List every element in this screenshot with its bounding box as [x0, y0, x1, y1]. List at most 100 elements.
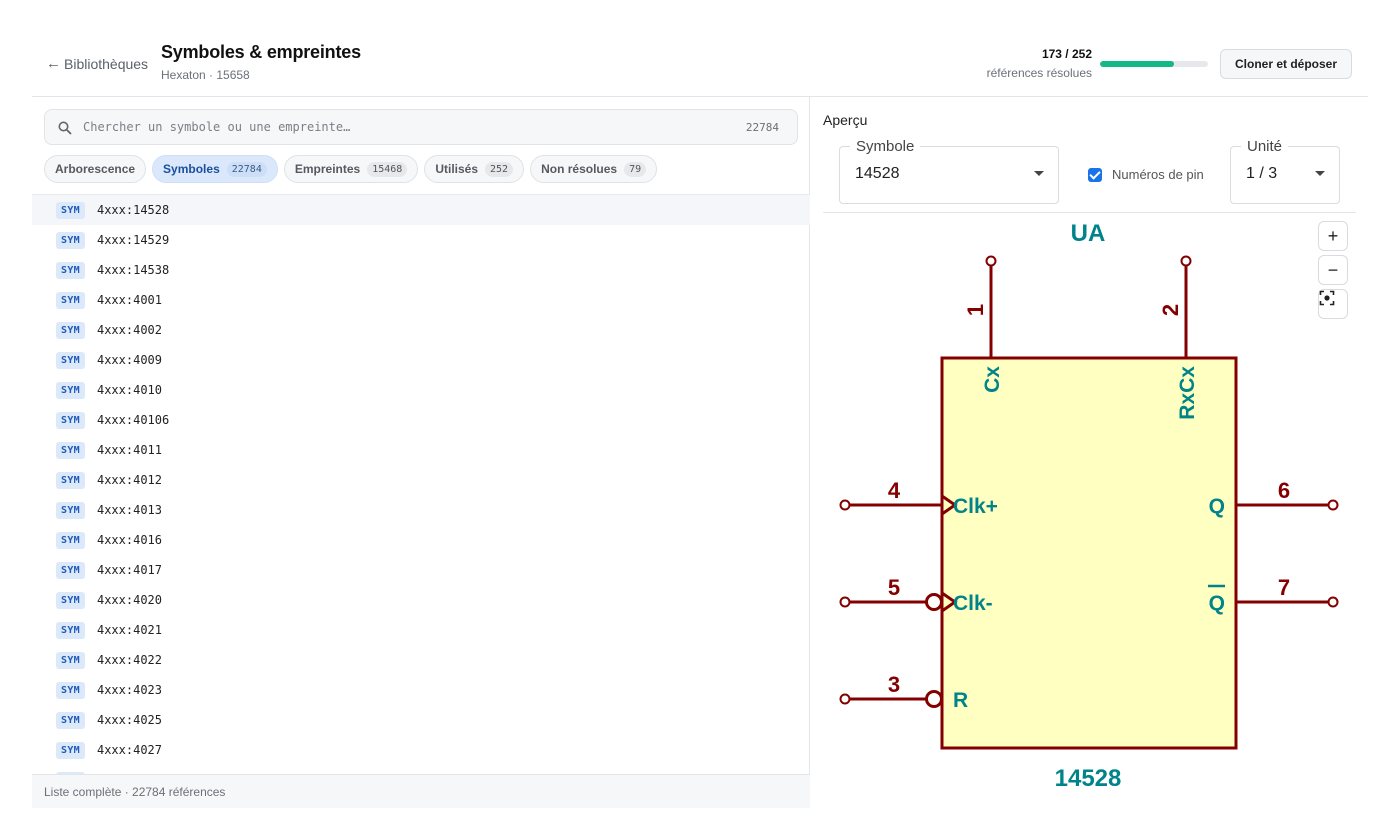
preview-heading: Aperçu	[823, 112, 868, 128]
list-item[interactable]: SYM 4xxx:4023	[32, 675, 810, 705]
tab-count-badge: 22784	[226, 161, 267, 177]
symbol-list[interactable]: SYM 4xxx:14528 SYM 4xxx:14529 SYM 4xxx:1453…	[32, 194, 810, 774]
zoom-in-button[interactable]: +	[1318, 221, 1348, 251]
pin-endpoint	[985, 255, 997, 267]
symbol-type-badge: SYM	[56, 501, 85, 519]
tab-count-badge: 15468	[367, 161, 408, 177]
pin-number: 1	[963, 304, 988, 316]
list-item[interactable]: SYM 4xxx:4010	[32, 375, 810, 405]
search-box[interactable]: 22784	[44, 109, 798, 145]
pin-numbers-checkbox[interactable]: Numéros de pin	[1088, 167, 1204, 182]
schematic-symbol: UA 14528 1 2 4 5 3 6 7 Cx RxCx Clk+ Clk-…	[839, 220, 1339, 792]
fit-view-icon	[1319, 290, 1335, 306]
inversion-bubble	[925, 690, 943, 708]
symbol-type-badge: SYM	[56, 711, 85, 729]
pin-name: Q	[1209, 495, 1225, 518]
progress-count: 173 / 252	[1041, 47, 1092, 61]
back-to-libraries-link[interactable]: ← Bibliothèques	[46, 55, 148, 72]
pin-name: Cx	[981, 366, 1004, 393]
search-input[interactable]	[81, 110, 721, 144]
zoom-out-button[interactable]: −	[1318, 255, 1348, 285]
app-root: ← Bibliothèques Symboles & empreintes He…	[32, 0, 1368, 808]
tab-non-resolues[interactable]: Non résolues 79	[530, 155, 658, 183]
list-item[interactable]: SYM 4xxx:4027	[32, 735, 810, 765]
checkbox-checked-icon[interactable]	[1088, 167, 1102, 182]
symbol-name: 4xxx:4020	[96, 593, 162, 607]
symbol-name: 4xxx:14529	[96, 233, 170, 247]
list-item[interactable]: SYM 4xxx:4022	[32, 645, 810, 675]
pin-name: Q	[1209, 592, 1225, 615]
symbol-name: 4xxx:4016	[96, 533, 162, 547]
pin-number: 7	[1278, 575, 1290, 600]
preview-panel: Aperçu Symbole 14528 Numéros de pin Unit…	[811, 97, 1368, 808]
pin-name: Clk+	[953, 495, 998, 518]
pin-name: R	[953, 689, 968, 712]
symbol-name: 4xxx:4001	[96, 293, 162, 307]
symbol-name: 4xxx:14528	[96, 203, 170, 217]
list-item[interactable]: SYM 4xxx:14538	[32, 255, 810, 285]
tab-label: Symboles	[163, 162, 220, 176]
list-item[interactable]: SYM 4xxx:4016	[32, 525, 810, 555]
list-item[interactable]: SYM 4xxx:4021	[32, 615, 810, 645]
tab-arborescence[interactable]: Arborescence	[44, 155, 147, 183]
list-item[interactable]: SYM 4xxx:4020	[32, 585, 810, 615]
list-item[interactable]: SYM 4xxx:4017	[32, 555, 810, 585]
unit-select[interactable]: Unité 1 / 3	[1230, 138, 1340, 204]
symbol-name: 4xxx:4012	[96, 473, 162, 487]
component-reference: UA	[1071, 220, 1106, 247]
symbol-type-badge: SYM	[56, 351, 85, 369]
list-item[interactable]: SYM 4xxx:4001	[32, 285, 810, 315]
symbol-name: 4xxx:4021	[96, 623, 162, 637]
unit-select-label: Unité	[1241, 138, 1289, 155]
symbol-name: 4xxx:4017	[96, 563, 162, 577]
pin-endpoint	[1327, 596, 1339, 608]
symbol-type-badge: SYM	[56, 741, 85, 759]
symbol-name: 4xxx:4009	[96, 353, 162, 367]
list-item[interactable]: SYM 4xxx:14528	[32, 195, 810, 225]
back-link-label: Bibliothèques	[64, 55, 149, 72]
list-item-partial[interactable]: SYM	[32, 765, 810, 774]
tab-empreintes[interactable]: Empreintes 15468	[283, 155, 419, 183]
symbol-select-label: Symbole	[850, 138, 921, 155]
pin-endpoint	[839, 596, 851, 608]
progress-bar	[1100, 61, 1208, 67]
component-value: 14528	[1055, 765, 1122, 792]
list-item[interactable]: SYM 4xxx:4012	[32, 465, 810, 495]
chevron-down-icon	[1034, 171, 1044, 176]
schematic-canvas[interactable]: UA 14528 1 2 4 5 3 6 7 Cx RxCx Clk+ Clk-…	[823, 213, 1368, 808]
inversion-bubble	[925, 593, 943, 611]
symbol-name: 4xxx:4002	[96, 323, 162, 337]
tab-utilises[interactable]: Utilisés 252	[424, 155, 525, 183]
pin-endpoint	[1327, 499, 1339, 511]
minus-icon: −	[1327, 259, 1339, 280]
tab-symboles[interactable]: Symboles 22784	[152, 155, 278, 183]
symbol-type-badge: SYM	[56, 381, 85, 399]
unit-select-value: 1 / 3	[1246, 165, 1278, 182]
list-item[interactable]: SYM 4xxx:4009	[32, 345, 810, 375]
list-item[interactable]: SYM 4xxx:4025	[32, 705, 810, 735]
symbol-name: 4xxx:4022	[96, 653, 162, 667]
fit-view-button[interactable]	[1318, 289, 1348, 319]
symbol-name: 4xxx:4013	[96, 503, 162, 517]
pin-numbers-label: Numéros de pin	[1112, 167, 1204, 182]
symbol-select[interactable]: Symbole 14528	[839, 138, 1059, 204]
list-item[interactable]: SYM 4xxx:14529	[32, 225, 810, 255]
list-item[interactable]: SYM 4xxx:40106	[32, 405, 810, 435]
page-header: ← Bibliothèques Symboles & empreintes He…	[32, 0, 1368, 97]
tab-label: Arborescence	[55, 162, 136, 176]
clone-and-deposit-button[interactable]: Cloner et déposer	[1220, 49, 1352, 79]
pin-number: 6	[1278, 478, 1290, 503]
tab-label: Utilisés	[435, 162, 479, 176]
list-item[interactable]: SYM 4xxx:4002	[32, 315, 810, 345]
symbol-type-badge: SYM	[56, 441, 85, 459]
pin-number: 3	[888, 672, 900, 697]
page-title: Symboles & empreintes	[161, 42, 361, 62]
symbol-select-value: 14528	[855, 165, 900, 182]
symbol-type-badge: SYM	[56, 321, 85, 339]
list-item[interactable]: SYM 4xxx:4013	[32, 495, 810, 525]
list-item[interactable]: SYM 4xxx:4011	[32, 435, 810, 465]
symbol-type-badge: SYM	[56, 561, 85, 579]
pin-endpoint	[1180, 255, 1192, 267]
progress-bar-fill	[1100, 61, 1175, 67]
symbol-name: 4xxx:4023	[96, 683, 162, 697]
